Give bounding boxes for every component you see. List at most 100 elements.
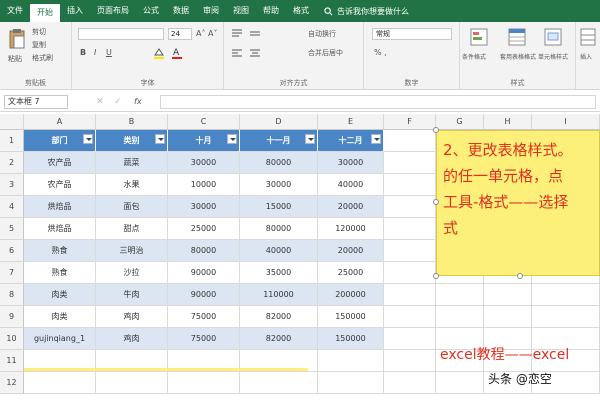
cell-d3[interactable]: 30000 [240,174,318,196]
paste-icon[interactable] [8,28,26,50]
cell-g8[interactable] [436,284,484,306]
confirm-icon[interactable]: ✓ [114,97,122,107]
cell-b5[interactable]: 甜点 [96,218,168,240]
grow-font-button[interactable]: A˄ A˅ [196,29,218,38]
formula-input[interactable] [160,95,596,109]
cell-h8[interactable] [484,284,532,306]
cell-c12[interactable] [168,372,240,394]
cell-b2[interactable]: 蔬菜 [96,152,168,174]
cell-e10[interactable]: 150000 [318,328,384,350]
table-format-label[interactable]: 套用表格格式 [500,52,536,61]
cut-button[interactable]: 剪切 [32,27,46,37]
filter-dropdown-icon[interactable] [227,134,237,144]
cancel-icon[interactable]: ✕ [96,97,104,107]
row-header-3[interactable]: 3 [0,174,24,196]
cell-b12[interactable] [96,372,168,394]
cell-e12[interactable] [318,372,384,394]
cell-c2[interactable]: 30000 [168,152,240,174]
cell-b1[interactable]: 类别 [96,130,168,152]
cell-a3[interactable]: 农产品 [24,174,96,196]
row-header-4[interactable]: 4 [0,196,24,218]
select-all-corner[interactable] [0,114,24,130]
cell-e6[interactable]: 20000 [318,240,384,262]
row-header-5[interactable]: 5 [0,218,24,240]
merge-center-button[interactable]: 合并后居中 [308,48,343,58]
cell-c6[interactable]: 80000 [168,240,240,262]
number-format-select[interactable]: 常规 [372,28,452,40]
cell-d8[interactable]: 110000 [240,284,318,306]
cell-f12[interactable] [384,372,436,394]
row-header-10[interactable]: 10 [0,328,24,350]
text-box-content[interactable]: 2、更改表格样式。 的任一单元格，点 工具-格式——选择 式 [443,137,600,241]
copy-button[interactable]: 复制 [32,40,46,50]
column-header-e[interactable]: E [318,114,384,130]
cell-e4[interactable]: 20000 [318,196,384,218]
cell-d12[interactable] [240,372,318,394]
font-color-icon[interactable]: A [170,46,184,60]
cell-c10[interactable]: 75000 [168,328,240,350]
align-left-icon[interactable] [230,46,244,60]
row-header-9[interactable]: 9 [0,306,24,328]
cell-e7[interactable]: 25000 [318,262,384,284]
column-header-f[interactable]: F [384,114,436,130]
align-center-icon[interactable] [248,46,262,60]
cell-a6[interactable]: 熟食 [24,240,96,262]
cell-d1[interactable]: 十一月 [240,130,318,152]
row-header-11[interactable]: 11 [0,350,24,372]
cell-a8[interactable]: 肉类 [24,284,96,306]
cell-b4[interactable]: 面包 [96,196,168,218]
cell-b8[interactable]: 牛肉 [96,284,168,306]
row-header-8[interactable]: 8 [0,284,24,306]
row-header-12[interactable]: 12 [0,372,24,394]
bold-button[interactable]: B [80,48,86,57]
resize-handle-top-left[interactable] [433,127,439,133]
font-name-box[interactable] [78,28,164,40]
percent-button[interactable]: % , [374,48,387,57]
resize-handle-left[interactable] [433,199,439,205]
cell-f1[interactable] [384,130,436,152]
cell-b6[interactable]: 三明治 [96,240,168,262]
cell-f3[interactable] [384,174,436,196]
font-size-box[interactable]: 24 [168,28,192,40]
cell-c3[interactable]: 10000 [168,174,240,196]
cell-g12[interactable] [436,372,484,394]
cell-styles-icon[interactable] [544,28,562,46]
column-header-c[interactable]: C [168,114,240,130]
cell-e1[interactable]: 十二月 [318,130,384,152]
cell-i8[interactable] [532,284,600,306]
cell-a12[interactable] [24,372,96,394]
conditional-format-label[interactable]: 条件格式 [462,52,486,61]
cell-h9[interactable] [484,306,532,328]
cell-e11[interactable] [318,350,384,372]
cell-a9[interactable]: 肉类 [24,306,96,328]
cell-e3[interactable]: 40000 [318,174,384,196]
tab-file[interactable]: 文件 [0,0,30,22]
cell-a1[interactable]: 部门 [24,130,96,152]
align-middle-icon[interactable] [248,27,262,41]
wrap-text-button[interactable]: 自动换行 [308,29,336,39]
tab-page-layout[interactable]: 页面布局 [90,0,136,22]
cell-c8[interactable]: 90000 [168,284,240,306]
tab-review[interactable]: 审阅 [196,0,226,22]
cell-styles-label[interactable]: 单元格样式 [538,52,568,61]
cell-f4[interactable] [384,196,436,218]
cell-b7[interactable]: 沙拉 [96,262,168,284]
resize-handle-bottom-left[interactable] [433,273,439,279]
cell-d6[interactable]: 40000 [240,240,318,262]
insert-cells-icon[interactable] [580,28,596,46]
tab-home[interactable]: 开始 [30,4,60,22]
column-header-i[interactable]: I [532,114,600,130]
text-box[interactable]: 2、更改表格样式。 的任一单元格，点 工具-格式——选择 式 [433,127,600,279]
cell-c7[interactable]: 90000 [168,262,240,284]
row-header-7[interactable]: 7 [0,262,24,284]
filter-dropdown-icon[interactable] [371,134,381,144]
row-header-1[interactable]: 1 [0,130,24,152]
cell-b10[interactable]: 鸡肉 [96,328,168,350]
align-top-icon[interactable] [230,27,244,41]
cell-e5[interactable]: 120000 [318,218,384,240]
italic-button[interactable]: I [94,48,96,57]
tell-me-box[interactable]: 告诉我你想要做什么 [324,6,409,17]
cell-g9[interactable] [436,306,484,328]
cell-e9[interactable]: 150000 [318,306,384,328]
tab-data[interactable]: 数据 [166,0,196,22]
